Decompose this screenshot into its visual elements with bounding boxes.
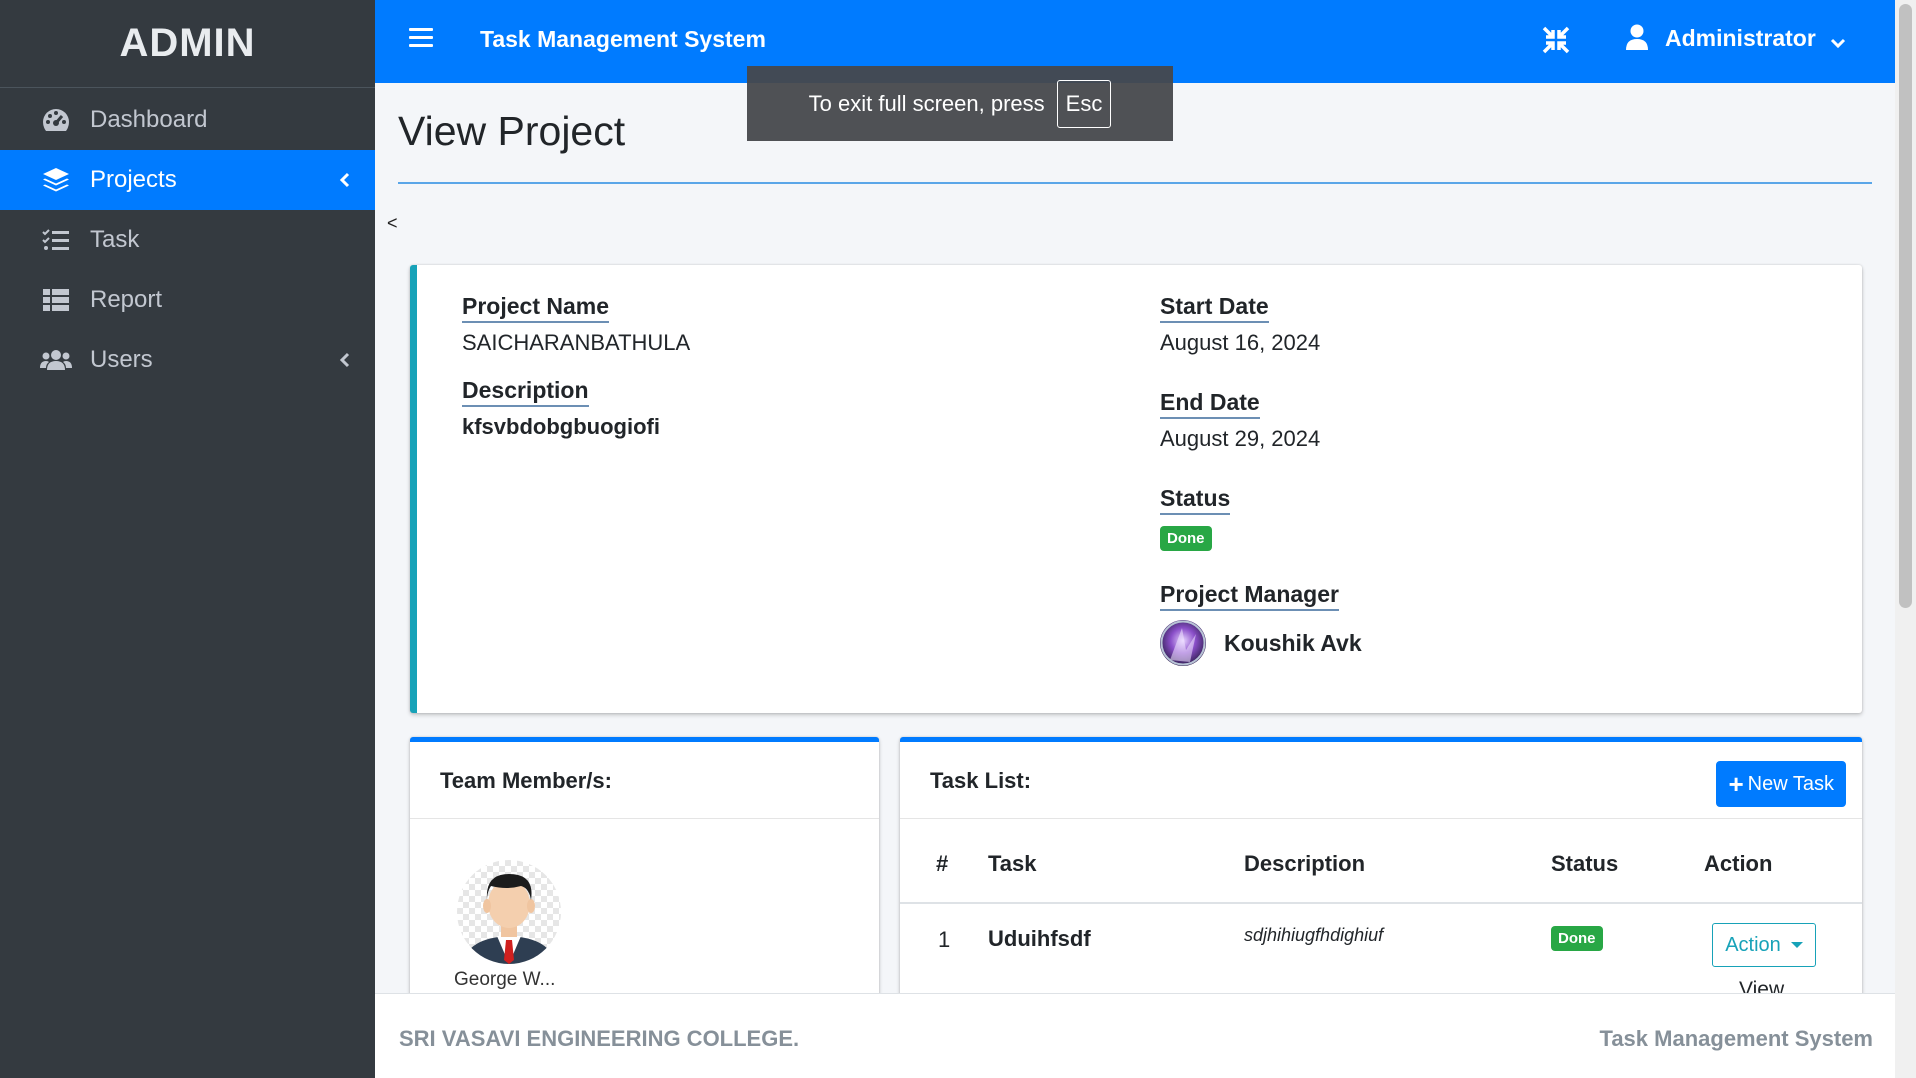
team-title: Team Member/s: [440, 768, 612, 793]
users-icon [40, 344, 72, 376]
project-name-value: SAICHARANBATHULA [462, 330, 691, 355]
card-header: Team Member/s: [410, 742, 879, 819]
description-value: kfsvbdobgbuogiofi [462, 414, 660, 439]
footer-college: SRI VASAVI ENGINEERING COLLEGE. [399, 1026, 800, 1051]
footer-app-name: Task Management System [1599, 1026, 1873, 1051]
new-task-button[interactable]: + New Task [1716, 761, 1846, 807]
new-task-label: New Task [1747, 772, 1834, 795]
chevron-down-icon [1830, 30, 1846, 49]
esc-key: Esc [1056, 79, 1112, 128]
status-label: Status [1160, 485, 1231, 515]
app-title[interactable]: Task Management System [480, 26, 766, 53]
title-divider [398, 182, 1872, 184]
task-description: sdjhihiugfhdighiuf [1244, 925, 1384, 945]
user-name: Administrator [1665, 24, 1816, 51]
tasks-icon [40, 224, 72, 256]
table-header-divider [900, 902, 1862, 904]
sidebar-item-label: Users [90, 346, 153, 373]
toast-message: To exit full screen, press [808, 90, 1045, 116]
hamburger-menu-icon[interactable] [409, 28, 433, 48]
column-header-num: # [936, 851, 949, 876]
sidebar-item-dashboard[interactable]: Dashboard [0, 90, 375, 150]
task-name: Uduihfsdf [988, 926, 1091, 951]
sidebar-item-users[interactable]: Users [0, 330, 375, 390]
footer: SRI VASAVI ENGINEERING COLLEGE. Task Man… [375, 993, 1895, 1078]
column-header-task: Task [988, 851, 1037, 876]
chevron-left-icon [337, 352, 353, 368]
chevron-left-icon [337, 172, 353, 188]
user-icon [1625, 24, 1651, 52]
scrollbar-thumb[interactable] [1899, 4, 1912, 608]
task-status-badge: Done [1551, 926, 1603, 951]
plus-icon: + [1728, 769, 1744, 799]
sidebar-item-label: Projects [90, 166, 177, 193]
project-details-card: Project Name SAICHARANBATHULA Descriptio… [410, 265, 1862, 713]
column-header-description: Description [1244, 851, 1366, 876]
sidebar-item-report[interactable]: Report [0, 270, 375, 330]
end-date-label: End Date [1160, 389, 1260, 419]
description-label: Description [462, 377, 589, 407]
tachometer-icon [40, 104, 72, 136]
team-members-card: Team Member/s: George W... [410, 737, 879, 997]
card-header: Task List: + New Task [900, 742, 1862, 819]
task-list-title: Task List: [930, 768, 1032, 793]
sidebar: ADMIN Dashboard Projects Task Report Use… [0, 0, 375, 1078]
user-dropdown[interactable]: Administrator [1625, 24, 1846, 52]
table-icon [40, 284, 72, 316]
fullscreen-exit-toast: To exit full screen, press Esc [747, 66, 1173, 141]
layers-icon [40, 164, 72, 196]
project-manager-label: Project Manager [1160, 581, 1339, 611]
caret-down-icon [1790, 942, 1803, 948]
start-date-label: Start Date [1160, 293, 1269, 323]
action-dropdown-button[interactable]: Action [1712, 923, 1816, 967]
brand-logo[interactable]: ADMIN [0, 0, 375, 88]
column-header-status: Status [1551, 851, 1619, 876]
back-link[interactable]: < [387, 213, 398, 234]
member-avatar [457, 860, 561, 964]
manager-name: Koushik Avk [1224, 630, 1362, 656]
start-date-value: August 16, 2024 [1160, 330, 1321, 355]
member-name[interactable]: George W... [454, 969, 555, 991]
manager-avatar [1160, 620, 1206, 666]
task-list-card: Task List: + New Task # Task Description… [900, 737, 1862, 1001]
sidebar-nav: Dashboard Projects Task Report Users [0, 88, 375, 390]
sidebar-item-projects[interactable]: Projects [0, 150, 375, 210]
page-title: View Project [398, 108, 626, 154]
sidebar-item-label: Report [90, 286, 163, 313]
sidebar-item-label: Task [90, 226, 140, 253]
task-number: 1 [938, 927, 951, 952]
status-badge: Done [1160, 526, 1212, 551]
sidebar-item-task[interactable]: Task [0, 210, 375, 270]
end-date-value: August 29, 2024 [1160, 426, 1321, 451]
compress-icon[interactable] [1541, 25, 1571, 55]
brand-text: ADMIN [119, 21, 256, 65]
action-label: Action [1725, 933, 1781, 956]
vertical-scrollbar[interactable] [1895, 0, 1916, 1078]
project-name-label: Project Name [462, 293, 610, 323]
column-header-action: Action [1704, 851, 1773, 876]
sidebar-item-label: Dashboard [90, 106, 208, 133]
